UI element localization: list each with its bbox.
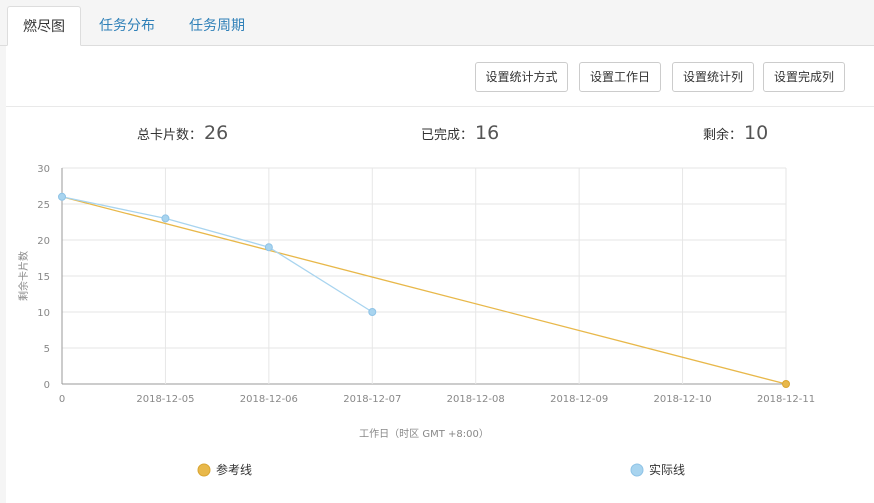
y-axis-title: 剩余卡片数 bbox=[17, 251, 30, 301]
x-tick-label: 2018-12-08 bbox=[447, 394, 505, 405]
y-tick-label: 10 bbox=[37, 308, 50, 319]
x-tick-label: 2018-12-05 bbox=[136, 394, 194, 405]
actual-point bbox=[161, 214, 170, 223]
reference-point bbox=[782, 380, 790, 388]
actual-line bbox=[61, 196, 373, 313]
y-tick-label: 15 bbox=[37, 272, 50, 283]
actual-point bbox=[368, 308, 377, 316]
x-tick-label: 0 bbox=[59, 394, 65, 405]
y-tick-label: 30 bbox=[37, 164, 50, 175]
legend-marker-actual bbox=[630, 463, 644, 477]
y-tick-label: 20 bbox=[37, 236, 50, 247]
x-axis-title: 工作日（时区 GMT +8:00） bbox=[359, 428, 489, 440]
x-tick-label: 2018-12-06 bbox=[240, 394, 298, 405]
x-tick-label: 2018-12-09 bbox=[550, 394, 608, 405]
actual-point bbox=[264, 243, 273, 252]
actual-point bbox=[58, 192, 66, 201]
y-tick-label: 25 bbox=[37, 200, 50, 211]
x-tick-label: 2018-12-07 bbox=[343, 394, 401, 405]
legend-label-reference: 参考线 bbox=[216, 462, 252, 477]
legend-marker-reference bbox=[197, 463, 211, 477]
legend-label-actual: 实际线 bbox=[649, 462, 685, 477]
y-tick-label: 0 bbox=[44, 380, 50, 391]
reference-line bbox=[61, 196, 787, 385]
x-tick-label: 2018-12-11 bbox=[757, 394, 815, 405]
burndown-chart: 0 5 10 15 20 25 30 0 2018-12-05 2018-12-06 2018-12… bbox=[17, 164, 815, 477]
x-tick-label: 2018-12-10 bbox=[654, 394, 712, 405]
y-tick-label: 5 bbox=[44, 344, 50, 355]
